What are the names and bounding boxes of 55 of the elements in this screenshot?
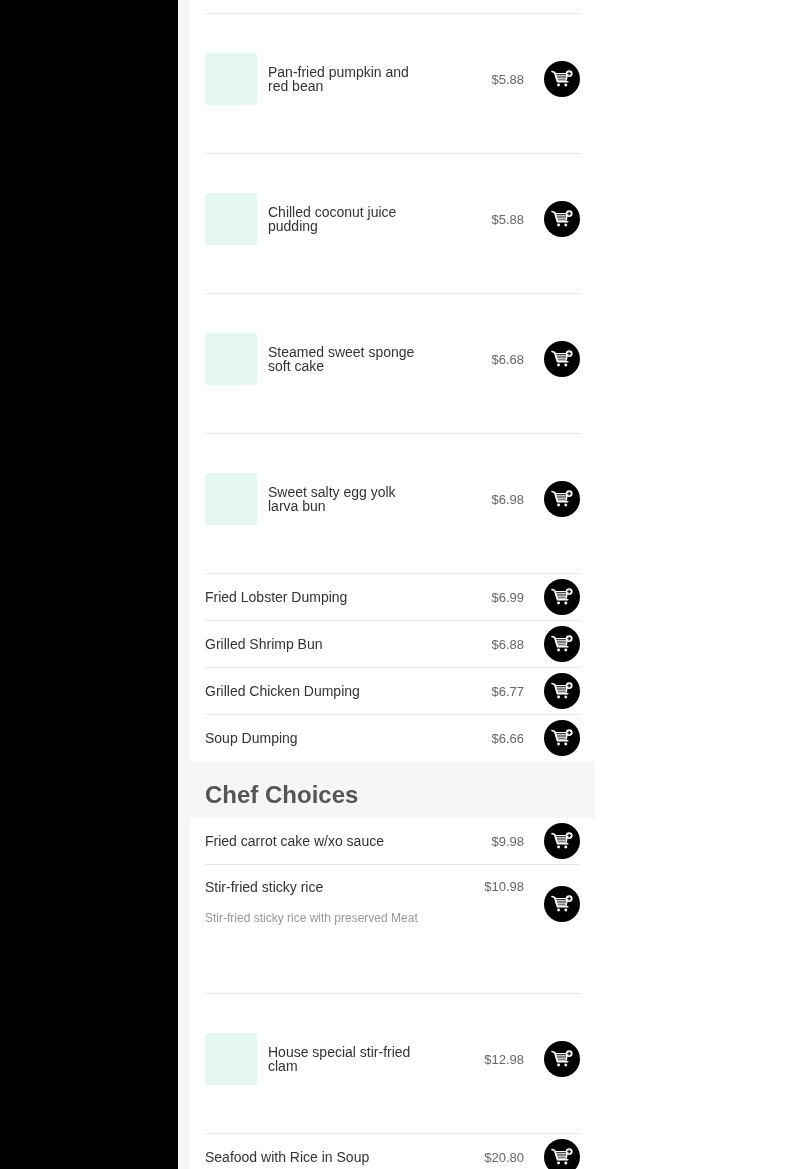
item-name: Sweet salty egg yolk larva bun bbox=[268, 485, 397, 513]
cart-icon bbox=[551, 70, 573, 88]
item-price: $20.80 bbox=[484, 1149, 524, 1165]
add-to-cart-button[interactable] bbox=[544, 823, 580, 859]
item-name: Grilled Chicken Dumping bbox=[205, 683, 360, 699]
cart-icon bbox=[551, 1148, 573, 1166]
cart-icon bbox=[551, 832, 573, 850]
add-to-cart-button[interactable] bbox=[544, 626, 580, 662]
item-description: Stir-fried sticky rice with preserved Meat bbox=[205, 911, 418, 925]
item-name: House special stir-fried clam bbox=[268, 1045, 412, 1073]
cart-icon bbox=[551, 682, 573, 700]
add-to-cart-button[interactable] bbox=[544, 673, 580, 709]
item-price: $6.66 bbox=[491, 730, 524, 746]
item-price: $6.99 bbox=[491, 589, 524, 605]
add-to-cart-button[interactable] bbox=[544, 886, 580, 922]
cart-icon bbox=[551, 490, 573, 508]
photo-placeholder bbox=[205, 473, 257, 525]
cart-icon bbox=[551, 350, 573, 368]
add-to-cart-button[interactable] bbox=[544, 61, 580, 97]
item-price: $10.98 bbox=[484, 879, 524, 894]
cart-icon bbox=[551, 635, 573, 653]
item-name: Fried Lobster Dumping bbox=[205, 589, 348, 605]
add-to-cart-button[interactable] bbox=[544, 1139, 580, 1169]
add-to-cart-button[interactable] bbox=[544, 579, 580, 615]
item-price: $6.88 bbox=[491, 636, 524, 652]
add-to-cart-button[interactable] bbox=[544, 1041, 580, 1077]
cart-icon bbox=[551, 895, 573, 913]
cart-icon bbox=[551, 210, 573, 228]
item-name: Chilled coconut juice pudding bbox=[268, 205, 398, 233]
add-to-cart-button[interactable] bbox=[544, 481, 580, 517]
add-to-cart-button[interactable] bbox=[544, 201, 580, 237]
item-price: $5.88 bbox=[491, 71, 524, 87]
item-price: $6.68 bbox=[491, 351, 524, 367]
item-price: $6.98 bbox=[491, 491, 524, 507]
item-name: Fried carrot cake w/xo sauce bbox=[205, 833, 384, 849]
cart-icon bbox=[551, 729, 573, 747]
cart-icon bbox=[551, 588, 573, 606]
item-price: $6.77 bbox=[491, 683, 524, 699]
cart-icon bbox=[551, 1050, 573, 1068]
photo-placeholder bbox=[205, 1033, 257, 1085]
item-name: Seafood with Rice in Soup bbox=[205, 1149, 370, 1165]
photo-placeholder bbox=[205, 333, 257, 385]
item-price: $12.98 bbox=[484, 1051, 524, 1067]
add-to-cart-button[interactable] bbox=[544, 341, 580, 377]
section-title: Chef Choices bbox=[204, 780, 360, 810]
item-price: $9.98 bbox=[491, 833, 524, 849]
item-name: Steamed sweet sponge soft cake bbox=[268, 345, 416, 373]
item-name: Pan-fried pumpkin and red bean bbox=[268, 65, 410, 93]
add-to-cart-button[interactable] bbox=[544, 720, 580, 756]
item-name: Stir-fried sticky rice bbox=[205, 879, 324, 895]
photo-placeholder bbox=[205, 193, 257, 245]
item-price: $5.88 bbox=[491, 211, 524, 227]
photo-placeholder bbox=[205, 53, 257, 105]
item-name: Soup Dumping bbox=[205, 730, 298, 746]
item-name: Grilled Shrimp Bun bbox=[205, 636, 323, 652]
